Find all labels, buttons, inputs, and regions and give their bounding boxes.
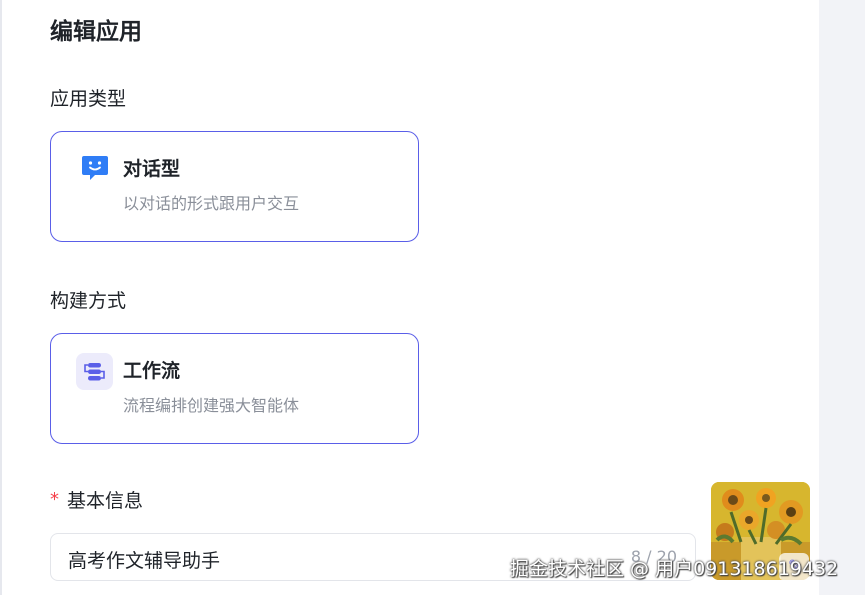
required-mark: * <box>50 489 59 510</box>
build-mode-workflow-card[interactable]: 工作流 流程编排创建强大智能体 <box>50 333 419 444</box>
left-divider <box>0 0 2 595</box>
chat-card-description: 以对话的形式跟用户交互 <box>123 194 300 213</box>
workflow-card-description: 流程编排创建强大智能体 <box>123 396 300 415</box>
app-type-label: 应用类型 <box>50 88 127 110</box>
app-name-value: 高考作文辅导助手 <box>68 550 221 572</box>
workflow-icon <box>76 353 113 390</box>
app-type-chat-card[interactable]: 对话型 以对话的形式跟用户交互 <box>50 131 419 242</box>
chat-card-title: 对话型 <box>123 158 181 180</box>
workflow-card-title: 工作流 <box>123 360 181 382</box>
edit-app-page: 编辑应用 应用类型 对话型 以对话的形式跟用户交互 构建方式 工作流 流程编排创… <box>0 0 865 595</box>
right-side-panel <box>819 0 865 595</box>
build-mode-label: 构建方式 <box>50 290 127 312</box>
watermark-text: 掘金技术社区 @ 用户091318619432 <box>510 558 839 580</box>
chat-bubble-icon <box>80 153 110 183</box>
basic-info-label: 基本信息 <box>67 490 144 512</box>
page-title: 编辑应用 <box>50 19 142 45</box>
